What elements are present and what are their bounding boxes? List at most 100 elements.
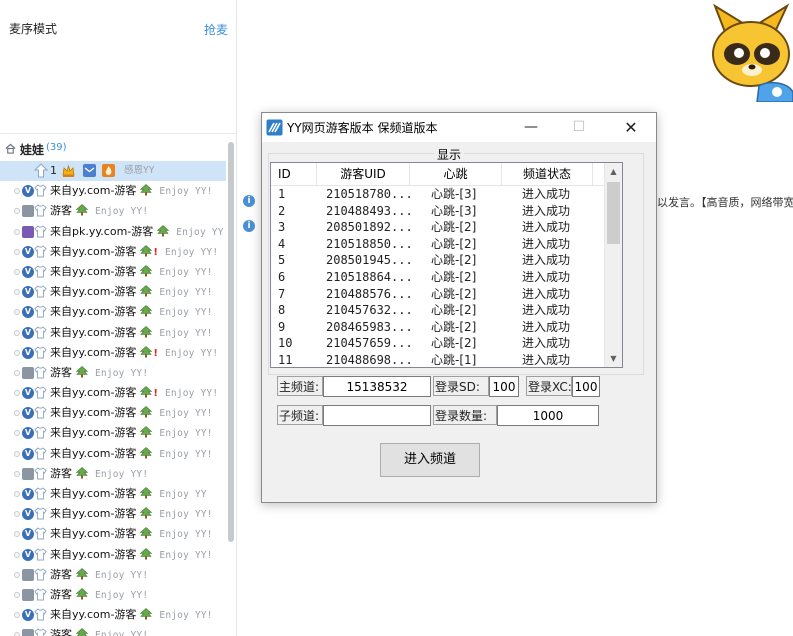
column-header-uid[interactable]: 游客UID (317, 163, 410, 185)
close-button[interactable]: ✕ (608, 113, 654, 142)
user-row[interactable]: 游客 Enjoy YY! (0, 201, 226, 221)
user-list: 1 感恩YY V 来自yy.com-游客 Enjoy YY! 游客 Enjoy YY! 来… (0, 161, 226, 636)
guest-row[interactable]: 11 210488698... 心跳-[1] 进入成功 (271, 352, 611, 367)
guest-row[interactable]: 8 210457632... 心跳-[2] 进入成功 (271, 302, 611, 319)
maximize-button[interactable]: ☐ (556, 113, 602, 142)
user-name: 来自yy.com-游客 (50, 345, 137, 359)
user-row[interactable]: V 来自yy.com-游客 Enjoy YY! (0, 605, 226, 625)
guest-row[interactable]: 3 208501892... 心跳-[2] 进入成功 (271, 219, 611, 236)
user-signature: Enjoy YY! (159, 287, 213, 299)
guest-row[interactable]: 9 208465983... 心跳-[2] 进入成功 (271, 319, 611, 336)
guest-row[interactable]: 4 210518850... 心跳-[2] 进入成功 (271, 236, 611, 253)
guest-row[interactable]: 1 210518780... 心跳-[3] 进入成功 (271, 186, 611, 203)
user-signature: Enjoy YY! (159, 307, 213, 319)
alert-icon: ! (153, 347, 158, 359)
user-row[interactable]: V 来自yy.com-游客 Enjoy YY! (0, 524, 226, 544)
column-header-heartbeat[interactable]: 心跳 (410, 163, 502, 185)
user-row[interactable]: V 来自yy.com-游客! Enjoy YY! (0, 343, 226, 363)
user-badge-icon (22, 225, 34, 238)
user-row[interactable]: V 来自yy.com-游客! Enjoy YY! (0, 242, 226, 262)
column-header-id[interactable]: ID (271, 163, 317, 185)
user-row[interactable]: V 来自yy.com-游客 Enjoy YY! (0, 403, 226, 423)
login-sd-input[interactable] (489, 376, 519, 397)
user-row[interactable]: 游客 Enjoy YY! (0, 585, 226, 605)
channel-root-item[interactable]: 娃娃 (39) (0, 141, 236, 159)
shirt-icon (34, 467, 47, 480)
user-row[interactable]: V 来自yy.com-游客 Enjoy YY! (0, 444, 226, 464)
app-logo-icon (266, 119, 283, 136)
cell-uid: 210488698... (326, 352, 413, 367)
user-signature: 感恩YY (124, 165, 155, 176)
user-badge-icon: V (22, 265, 34, 278)
user-row[interactable]: V 来自yy.com-游客! Enjoy YY! (0, 383, 226, 403)
alert-icon: ! (153, 246, 158, 258)
enter-channel-button[interactable]: 进入频道 (380, 443, 480, 477)
sub-channel-input[interactable] (323, 405, 431, 426)
user-badge-icon: V (22, 286, 34, 299)
user-row[interactable]: 游客 Enjoy YY! (0, 363, 226, 383)
list-header: ID 游客UID 心跳 频道状态 (271, 163, 611, 186)
user-badge-icon (22, 568, 34, 581)
status-dot (14, 410, 20, 417)
list-scrollbar[interactable]: ▲ ▼ (604, 163, 622, 367)
tree-icon (140, 285, 153, 297)
user-row[interactable]: V 来自yy.com-游客 Enjoy YY! (0, 423, 226, 443)
user-badge-icon: V (22, 508, 34, 521)
crown-hand-icon (62, 164, 75, 177)
login-xc-input[interactable] (572, 376, 600, 397)
user-row[interactable]: V 来自yy.com-游客 Enjoy YY (0, 484, 226, 504)
guest-list-view[interactable]: ID 游客UID 心跳 频道状态 1 210518780... 心跳-[3] 进入成功… (270, 162, 623, 368)
user-row[interactable]: 来自pk.yy.com-游客 Enjoy YY (0, 222, 226, 242)
login-count-input[interactable] (497, 405, 599, 426)
user-signature: Enjoy YY! (159, 610, 213, 622)
user-row[interactable]: V 来自yy.com-游客 Enjoy YY! (0, 282, 226, 302)
cell-heartbeat: 心跳-[2] (431, 269, 477, 284)
display-group-label: 显示 (434, 146, 465, 163)
window-titlebar[interactable]: YY网页游客版本 保频道版本 — ☐ ✕ (262, 113, 656, 142)
user-row[interactable]: 游客 Enjoy YY! (0, 625, 226, 636)
user-name: 来自yy.com-游客 (50, 325, 137, 339)
user-list-scrollbar[interactable] (226, 134, 236, 636)
user-signature: Enjoy YY! (159, 408, 213, 420)
shirt-icon (34, 527, 47, 540)
guest-row[interactable]: 6 210518864... 心跳-[2] 进入成功 (271, 269, 611, 286)
shirt-icon (34, 325, 47, 338)
user-row[interactable]: V 来自yy.com-游客 Enjoy YY! (0, 504, 226, 524)
cell-id: 1 (278, 187, 286, 201)
guest-row[interactable]: 2 210488493... 心跳-[3] 进入成功 (271, 203, 611, 220)
main-channel-input[interactable] (323, 376, 431, 397)
shirt-icon (34, 547, 47, 561)
cell-id: 3 (278, 220, 286, 235)
login-xc-label: 登录XC: (526, 376, 572, 396)
scrollbar-thumb[interactable] (607, 182, 620, 244)
shirt-icon (34, 224, 47, 238)
grab-mic-link[interactable]: 抢麦 (204, 21, 228, 38)
cell-heartbeat: 心跳-[2] (431, 236, 477, 251)
shirt-icon (34, 305, 47, 318)
minimize-button[interactable]: — (508, 113, 554, 142)
guest-row[interactable]: 5 208501945... 心跳-[2] 进入成功 (271, 252, 611, 269)
user-row[interactable]: V 来自yy.com-游客 Enjoy YY! (0, 323, 226, 343)
info-icon: i (243, 195, 255, 207)
scrollbar-thumb[interactable] (228, 142, 234, 542)
user-row[interactable]: 游客 Enjoy YY! (0, 565, 226, 585)
guest-row[interactable]: 7 210488576... 心跳-[2] 进入成功 (271, 286, 611, 303)
user-row[interactable]: V 来自yy.com-游客 Enjoy YY! (0, 302, 226, 322)
scroll-up-icon[interactable]: ▲ (605, 163, 622, 180)
tree-icon (140, 325, 153, 337)
user-signature: Enjoy YY! (95, 206, 149, 218)
shirt-icon (34, 426, 47, 439)
guest-row[interactable]: 10 210457659... 心跳-[2] 进入成功 (271, 335, 611, 352)
selected-user-row[interactable]: 1 感恩YY (0, 161, 226, 182)
column-header-status[interactable]: 频道状态 (502, 163, 593, 185)
user-signature: Enjoy YY (176, 226, 224, 238)
user-row[interactable]: 游客 Enjoy YY! (0, 464, 226, 484)
user-row[interactable]: V 来自yy.com-游客 Enjoy YY! (0, 262, 226, 282)
user-row[interactable]: V 来自yy.com-游客 Enjoy YY! (0, 181, 226, 201)
scroll-down-icon[interactable]: ▼ (605, 350, 622, 367)
user-signature: Enjoy YY! (159, 266, 213, 278)
user-row[interactable]: V 来自yy.com-游客 Enjoy YY! (0, 545, 226, 565)
status-dot (14, 309, 20, 316)
user-name: 来自yy.com-游客 (50, 608, 137, 622)
user-signature: Enjoy YY! (164, 388, 219, 400)
